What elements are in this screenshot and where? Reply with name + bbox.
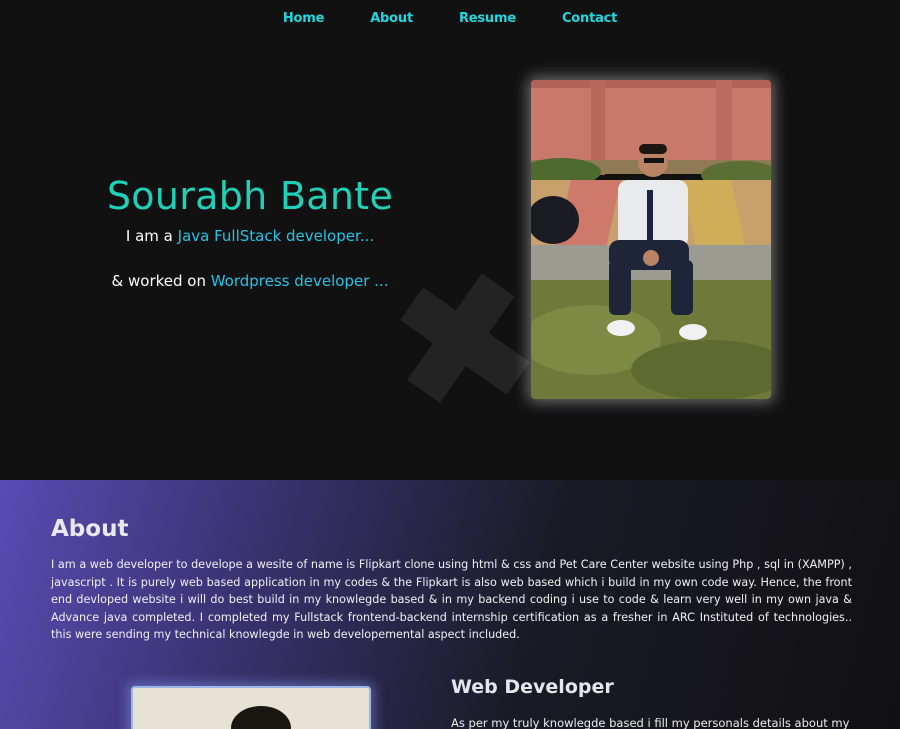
about-section: About I am a web developer to develope a… — [0, 480, 900, 729]
hero-section: Sourabh Bante I am a Java FullStack deve… — [0, 36, 900, 480]
hero-name: Sourabh Bante — [106, 174, 394, 218]
top-nav: Home About Resume Contact — [0, 0, 900, 36]
profile-photo — [531, 80, 771, 399]
hero-work-prefix: & worked on — [111, 272, 211, 290]
about-text: I am a web developer to develope a wesit… — [51, 558, 852, 641]
about-heading: About — [51, 516, 129, 542]
web-developer-text: As per my truly knowlegde based i fill m… — [451, 716, 850, 729]
nav-contact-link[interactable]: Contact — [562, 11, 617, 26]
secondary-profile-photo — [131, 686, 371, 729]
nav-home-link[interactable]: Home — [283, 11, 325, 26]
nav-resume-link[interactable]: Resume — [459, 11, 516, 26]
hero-role-prefix: I am a — [125, 227, 178, 245]
hero-role-highlight: Java FullStack developer... — [177, 227, 375, 245]
hero-work-line: & worked on Wordpress developer ... — [0, 272, 500, 290]
web-developer-heading: Web Developer — [451, 676, 614, 698]
hero-role-line: I am a Java FullStack developer... — [0, 227, 500, 245]
hero-work-highlight: Wordpress developer ... — [210, 272, 389, 290]
nav-about-link[interactable]: About — [370, 11, 413, 26]
